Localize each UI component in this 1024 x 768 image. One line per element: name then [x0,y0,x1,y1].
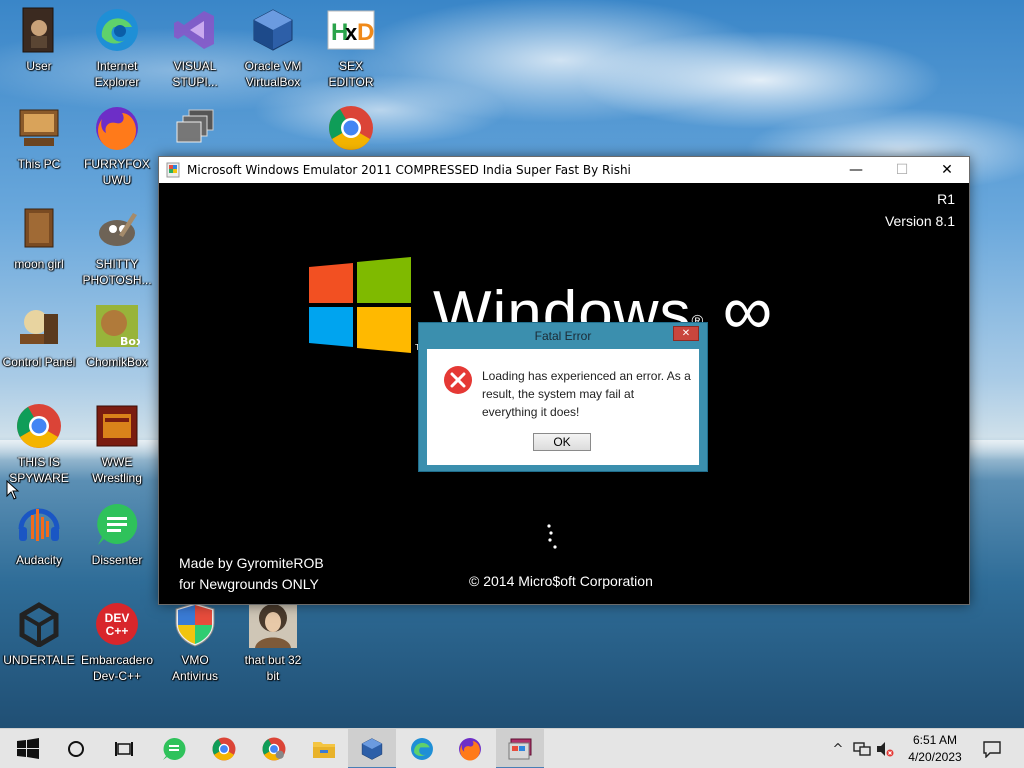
desktop-icon-that-but-32-bit[interactable]: that but 32 bit [234,600,312,684]
desktop-icon-chrome-canary[interactable] [312,104,390,156]
this-pc-icon [15,104,63,152]
loading-spinner-icon [547,524,557,549]
chrome-icon [15,402,63,450]
taskbar-dissenter[interactable] [150,729,198,768]
task-view-icon [115,742,133,756]
hex-editor-icon: HxD [327,6,375,54]
maximize-button[interactable]: ☐ [879,157,925,183]
notification-icon [983,741,1001,758]
svg-text:DEV: DEV [105,611,130,625]
audacity-icon [15,500,63,548]
portrait-icon [249,600,297,648]
desktop-icon-furryfox[interactable]: FURRYFOX UWU [78,104,156,188]
error-message: Loading has experienced an error. As a r… [482,369,691,419]
desktop-icon-vmo-antivirus[interactable]: VMO Antivirus [156,600,234,684]
desktop-icon-windows-stack[interactable] [156,104,234,156]
credits-text: Made by GyromiteROB for Newgrounds ONLY [179,555,324,592]
firefox-icon [459,738,481,761]
ok-button[interactable]: OK [533,433,591,451]
dialog-close-button[interactable]: ✕ [673,326,699,341]
desktop-icon-this-is-spyware[interactable]: THIS IS SPYWARE [0,402,78,486]
dissenter-icon [163,737,186,760]
virtualbox-icon [361,738,383,760]
close-button[interactable]: ✕ [924,157,970,183]
desktop-icon-dev-cpp[interactable]: DEV C++ Embarcadero Dev-C++ [78,600,156,684]
dialog-body: Loading has experienced an error. As a r… [427,349,699,465]
control-panel-icon [15,302,63,350]
edge-icon [93,6,141,54]
chrome-canary-icon [262,737,286,761]
moon-girl-icon [15,204,63,252]
clock-date: 4/20/2023 [908,750,962,764]
cortana-circle-icon [68,741,84,757]
mouse-cursor-icon [6,480,20,500]
gimp-icon [93,204,141,252]
desktop-icon-internet-explorer[interactable]: Internet Explorer [78,6,156,90]
antivirus-shield-icon [171,600,219,648]
desktop-icon-shitty-photoshop[interactable]: SHITTY PHOTOSH... [78,204,156,288]
task-view-button[interactable] [100,729,148,768]
revision-label: R1 [937,191,955,207]
taskbar-firefox[interactable] [446,729,494,768]
file-explorer-icon [313,742,335,758]
taskbar-chrome-canary[interactable] [250,729,298,768]
wwe-icon [93,402,141,450]
taskbar-chrome[interactable] [200,729,248,768]
emulator-app-icon [166,162,180,178]
copyright-text: © 2014 Micro$oft Corporation [469,573,653,589]
desktop-icon-visual-studio[interactable]: VISUAL STUPI... [156,6,234,90]
taskbar: ^ 6:51 AM 4/20/2023 [0,728,1024,768]
chrome-icon [212,737,236,761]
minimize-button[interactable]: — [833,157,879,183]
clock-time: 6:51 AM [912,733,958,747]
svg-text:Box: Box [120,335,140,348]
dissenter-icon [93,500,141,548]
desktop-icon-dissenter[interactable]: Dissenter [78,500,156,568]
volume-muted-icon[interactable] [875,739,895,759]
start-button[interactable] [4,729,52,768]
windows-logo-icon [309,257,411,353]
chrome-canary-icon [327,104,375,152]
desktop-icon-control-panel[interactable]: Control Panel [0,302,78,370]
svg-text:C++: C++ [106,624,129,638]
desktop-icon-sex-editor[interactable]: HxD SEX EDITOR [312,6,390,90]
desktop-icon-wwe-wrestling[interactable]: WWE Wrestling [78,402,156,486]
window-titlebar[interactable]: Microsoft Windows Emulator 2011 COMPRESS… [159,157,969,183]
desktop-icon-undertale[interactable]: UNDERTALE [0,600,78,668]
unity-icon [15,600,63,648]
desktop-icon-moon-girl[interactable]: moon girl [0,204,78,272]
version-label: Version 8.1 [884,213,955,229]
taskbar-virtualbox[interactable] [348,729,396,768]
window-title: Microsoft Windows Emulator 2011 COMPRESS… [187,163,631,177]
system-clock[interactable]: 6:51 AM 4/20/2023 [895,732,975,766]
emulator-app-icon [508,738,532,760]
desktop-icon-user[interactable]: User [0,6,78,74]
desktop-icon-virtualbox[interactable]: Oracle VM VirtualBox [234,6,312,90]
action-center-button[interactable] [982,739,1002,759]
error-icon [444,366,472,394]
taskbar-edge[interactable] [398,729,446,768]
desktop-icon-this-pc[interactable]: This PC [0,104,78,172]
fatal-error-dialog: Fatal Error ✕ Loading has experienced an… [418,322,708,472]
taskbar-file-explorer[interactable] [300,729,348,768]
show-hidden-icons-button[interactable]: ^ [828,739,848,759]
visual-studio-icon [171,6,219,54]
start-windows-icon [17,738,39,759]
chomikbox-icon: Box [93,302,141,350]
firefox-icon [93,104,141,152]
desktop-icon-chomikbox[interactable]: Box ChomikBox [78,302,156,370]
dialog-title: Fatal Error [534,329,592,343]
search-button[interactable] [52,729,100,768]
virtualbox-icon [249,6,297,54]
taskbar-emulator[interactable] [496,729,544,768]
devcpp-icon: DEV C++ [93,600,141,648]
windows-stack-icon [171,104,219,152]
edge-icon [411,738,433,760]
user-folder-icon [15,6,63,54]
network-icon[interactable] [852,739,872,759]
desktop-icon-audacity[interactable]: Audacity [0,500,78,568]
svg-text:D: D [357,19,374,46]
